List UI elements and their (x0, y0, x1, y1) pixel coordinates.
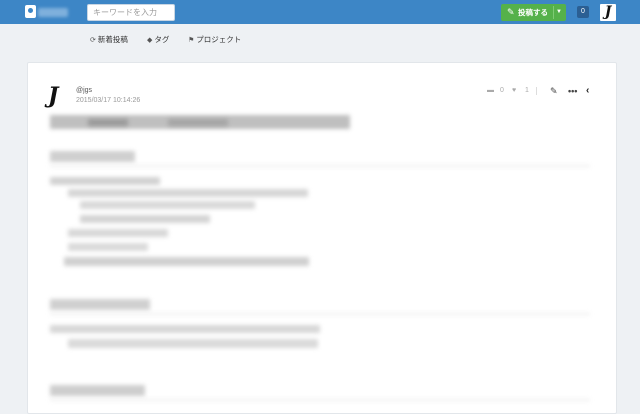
logo-wordmark[interactable] (38, 8, 68, 17)
nav-tags-label: タグ (154, 35, 170, 44)
post-card: J @jgs 2015/03/17 10:14:26 ▬ 0 ♥ 1 ✎ •••… (27, 62, 617, 414)
post-button-divider (553, 6, 554, 19)
toolbar-divider (536, 87, 537, 95)
search-input[interactable] (87, 4, 175, 21)
top-bar: ✎ 投稿する ▼ 0 J (0, 0, 640, 24)
post-date: 2015/03/17 10:14:26 (76, 97, 141, 104)
like-count: 1 (525, 87, 529, 94)
more-icon[interactable]: ••• (568, 85, 577, 97)
folder-icon[interactable]: ▬ (487, 85, 494, 97)
nav-tags[interactable]: ◆ タグ (147, 34, 169, 46)
nav-projects-label: プロジェクト (196, 35, 242, 44)
pencil-icon: ✎ (507, 7, 515, 17)
flag-icon: ⚑ (188, 37, 195, 44)
logo-icon[interactable] (25, 5, 36, 18)
tag-icon: ◆ (147, 37, 153, 44)
stock-count: 0 (500, 87, 504, 94)
post-button[interactable]: ✎ 投稿する ▼ (501, 4, 566, 21)
post-button-label: 投稿する (518, 8, 548, 17)
chevron-down-icon[interactable]: ▼ (556, 7, 562, 18)
chevron-left-icon[interactable]: ‹ (586, 85, 589, 97)
thumbs-up-icon[interactable]: ♥ (512, 85, 516, 97)
edit-icon[interactable]: ✎ (550, 85, 558, 97)
author-name[interactable]: @jgs (76, 87, 92, 94)
nav-new-posts-label: 新着投稿 (97, 35, 128, 44)
new-posts-icon: ⟳ (90, 37, 96, 44)
nav-projects[interactable]: ⚑ プロジェクト (188, 34, 241, 46)
author-avatar[interactable]: J (48, 84, 70, 108)
user-avatar[interactable]: J (600, 4, 616, 21)
nav-new-posts[interactable]: ⟳ 新着投稿 (90, 34, 128, 46)
notification-badge[interactable]: 0 (577, 6, 589, 18)
